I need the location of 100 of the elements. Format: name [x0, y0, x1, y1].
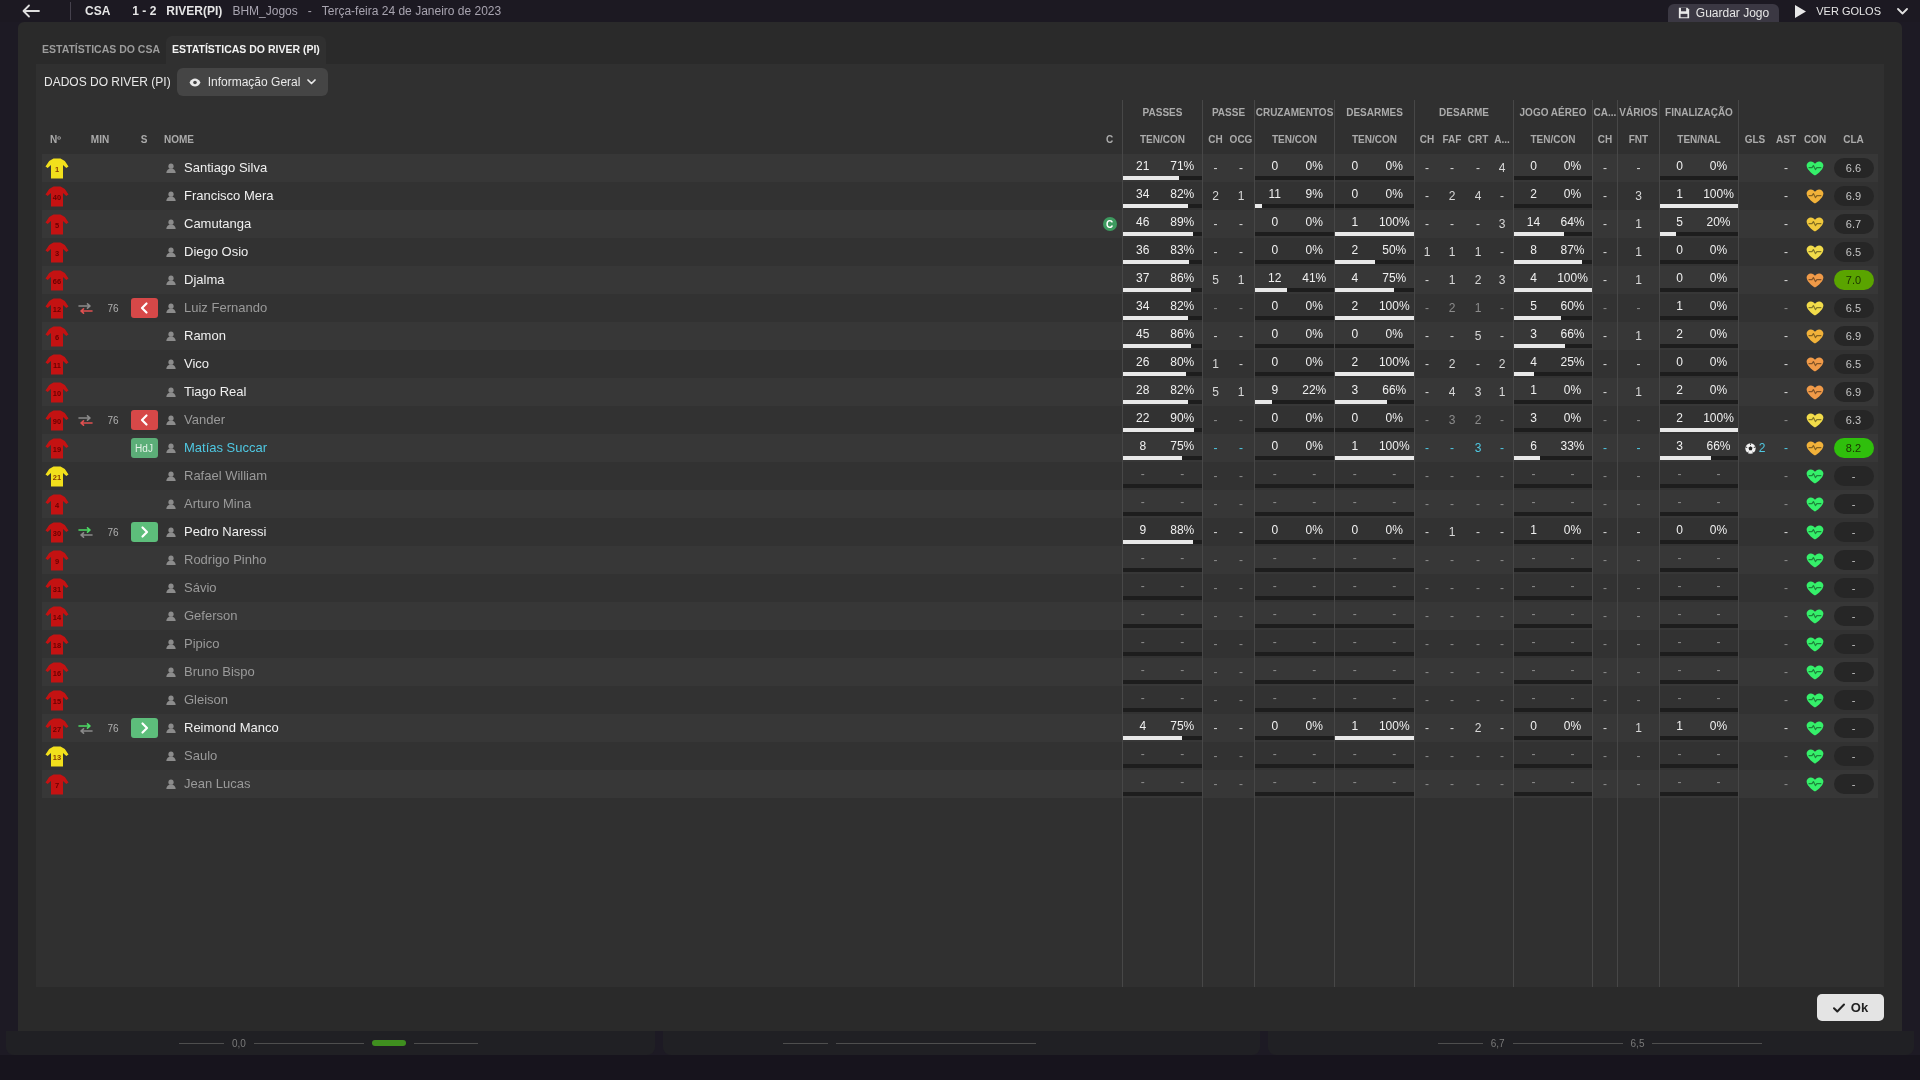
stat-value: - — [1239, 160, 1243, 177]
save-game-button[interactable]: Guardar Jogo — [1667, 4, 1780, 22]
column-header[interactable]: TEN/CON — [1272, 131, 1317, 147]
stat-value: - — [1636, 412, 1641, 429]
stat-value: - — [1784, 552, 1788, 569]
stat-value: - — [1636, 580, 1641, 597]
stat-value: - — [1312, 690, 1317, 707]
stat-value: - — [1239, 692, 1243, 709]
column-header[interactable]: TEN/CON — [1530, 131, 1576, 147]
view-dropdown[interactable]: Informação Geral — [176, 68, 329, 96]
column-header[interactable]: S — [140, 131, 148, 147]
player-name[interactable]: Saulo — [184, 746, 218, 766]
person-icon — [166, 555, 176, 565]
player-name[interactable]: Luiz Fernando — [184, 298, 268, 318]
player-name[interactable]: Ramon — [184, 326, 226, 346]
player-name[interactable]: Pedro Naressi — [184, 522, 267, 542]
player-name[interactable]: Pipico — [184, 634, 220, 654]
player-name[interactable]: Santiago Silva — [184, 158, 268, 178]
eye-icon — [188, 77, 201, 87]
stat-value: - — [1636, 636, 1641, 653]
stat-value: 1 — [1474, 300, 1482, 317]
column-header[interactable]: CON — [1803, 131, 1827, 147]
stat-value: - — [1476, 776, 1480, 793]
stat-value: 2 — [1676, 326, 1683, 343]
column-header[interactable]: CH — [1208, 131, 1223, 147]
player-name[interactable]: Vico — [184, 354, 210, 374]
stat-value: 0% — [1563, 522, 1582, 539]
tab[interactable]: ESTATÍSTICAS DO RIVER (PI) — [166, 36, 326, 64]
column-header[interactable]: GLS — [1744, 131, 1766, 147]
player-name[interactable]: Francisco Mera — [184, 186, 274, 206]
stat-value: 41% — [1302, 270, 1327, 287]
player-name[interactable]: Bruno Bispo — [184, 662, 255, 682]
stat-value: 1 — [1351, 718, 1359, 735]
player-name[interactable]: Tiago Real — [184, 382, 247, 402]
view-goals-button[interactable]: VER GOLOS — [1795, 2, 1881, 20]
chevron-down-icon[interactable] — [1897, 7, 1908, 15]
column-header[interactable]: TEN/CON — [1140, 131, 1185, 147]
column-group-header: DESARMES — [1346, 105, 1403, 120]
stat-value: - — [1312, 606, 1317, 623]
stat-value: 6 — [1530, 438, 1537, 455]
stat-value: - — [1500, 636, 1504, 653]
match-rating: 7.0 — [1833, 270, 1874, 290]
player-name[interactable]: Jean Lucas — [184, 774, 251, 794]
column-header[interactable]: TEN/NAL — [1677, 131, 1721, 147]
back-arrow-icon[interactable] — [22, 4, 40, 18]
player-name[interactable]: Gleison — [184, 690, 229, 710]
stat-value: - — [1425, 692, 1429, 709]
column-header[interactable]: CH — [1597, 131, 1613, 147]
stat-value: - — [1140, 634, 1145, 651]
stat-value: - — [1213, 496, 1218, 513]
home-team-name[interactable]: CSA — [85, 2, 111, 20]
player-name[interactable]: Vander — [184, 410, 225, 430]
player-name[interactable]: Rafael William — [184, 466, 268, 486]
stat-value: - — [1180, 578, 1185, 595]
stat-value: 0% — [1305, 298, 1323, 315]
stat-value: 100% — [1378, 438, 1410, 455]
stat-value: - — [1716, 466, 1721, 483]
stat-value: 34 — [1136, 298, 1150, 315]
player-name[interactable]: Sávio — [184, 578, 217, 598]
player-name[interactable]: Rodrigo Pinho — [184, 550, 267, 570]
player-name[interactable]: Arturo Mina — [184, 494, 252, 514]
stat-value: 0% — [1709, 354, 1728, 371]
stat-value: 1 — [1635, 244, 1642, 261]
player-name[interactable]: Camutanga — [184, 214, 252, 234]
stat-value: 2 — [1474, 720, 1482, 737]
stat-value: - — [1677, 606, 1682, 623]
player-name[interactable]: Matías Succar — [184, 438, 268, 458]
stat-value: 0 — [1271, 214, 1279, 231]
tab[interactable]: ESTATÍSTICAS DO CSA — [36, 36, 167, 64]
stat-value: - — [1239, 496, 1243, 513]
column-header[interactable]: OCG — [1229, 131, 1253, 147]
away-team-name[interactable]: RIVER(PI) — [166, 2, 223, 20]
column-header[interactable]: CRT — [1467, 131, 1489, 147]
stat-value: - — [1784, 524, 1788, 541]
column-header[interactable]: A... — [1494, 131, 1510, 147]
player-name[interactable]: Reimond Manco — [184, 718, 279, 738]
column-header[interactable]: Nº — [50, 131, 61, 147]
column-header[interactable]: CH — [1419, 131, 1435, 147]
column-header[interactable]: TEN/CON — [1352, 131, 1397, 147]
player-name[interactable]: Djalma — [184, 270, 225, 290]
person-icon — [166, 527, 176, 537]
stat-value: 3 — [1635, 188, 1642, 205]
stat-value: 75% — [1170, 438, 1195, 455]
column-header[interactable]: MIN — [90, 131, 110, 147]
column-header[interactable]: C — [1105, 131, 1114, 147]
stat-value: - — [1450, 636, 1454, 653]
column-header[interactable]: NOME — [164, 131, 194, 147]
column-header[interactable]: CLA — [1843, 131, 1864, 147]
column-header[interactable]: AST — [1776, 131, 1796, 147]
stat-value: 1 — [1448, 244, 1456, 261]
stat-value: - — [1570, 746, 1575, 763]
column-header[interactable]: FAF — [1442, 131, 1462, 147]
ok-button[interactable]: Ok — [1817, 994, 1884, 1021]
stat-value: - — [1392, 494, 1397, 511]
stat-value: - — [1603, 328, 1607, 345]
player-name[interactable]: Geferson — [184, 606, 238, 626]
stat-value: 0 — [1271, 718, 1279, 735]
column-header[interactable]: FNT — [1628, 131, 1649, 147]
stat-value: 86% — [1170, 326, 1195, 343]
player-name[interactable]: Diego Osio — [184, 242, 249, 262]
